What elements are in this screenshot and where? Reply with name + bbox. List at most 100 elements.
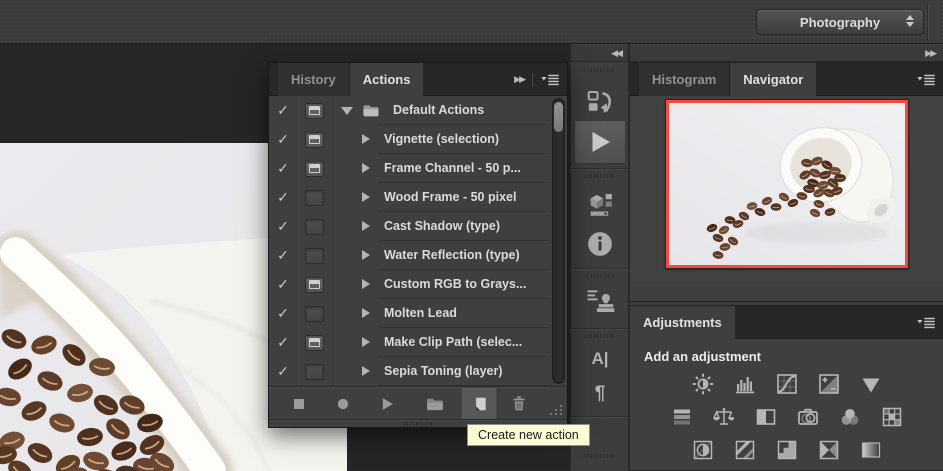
delete-button[interactable] — [505, 387, 533, 420]
panel-menu-icon[interactable] — [915, 73, 937, 87]
black-white-adjustment-icon[interactable] — [751, 404, 781, 430]
action-row[interactable]: ✓ Cast Shadow (type) — [269, 212, 567, 241]
character-panel-icon[interactable]: A| — [571, 344, 629, 374]
navigator-tab-bar: Histogram Navigator — [630, 63, 943, 96]
vibrance-adjustment-icon[interactable] — [856, 371, 886, 397]
collapse-panels-icon[interactable]: ▶▶ — [925, 48, 935, 59]
workspace-switcher-dropdown[interactable]: Photography — [756, 9, 924, 35]
expand-triangle-icon[interactable] — [362, 308, 370, 318]
scrollbar-thumb[interactable] — [554, 102, 563, 132]
clone-source-panel-icon[interactable] — [571, 282, 629, 320]
record-button[interactable] — [329, 387, 357, 420]
expand-panels-icon[interactable]: ◀◀ — [611, 48, 621, 59]
include-checkmark-toggle[interactable]: ✓ — [269, 241, 297, 270]
expand-triangle-icon[interactable] — [362, 163, 370, 173]
dialog-toggle[interactable] — [305, 306, 324, 322]
action-label: Frame Channel - 50 p... — [384, 154, 545, 183]
expand-triangle-icon[interactable] — [362, 337, 370, 347]
dialog-toggle[interactable] — [305, 335, 324, 351]
include-checkmark-toggle[interactable]: ✓ — [269, 96, 297, 125]
navigator-panel: Histogram Navigator — [630, 62, 943, 302]
dialog-toggle[interactable] — [305, 190, 324, 206]
tab-actions[interactable]: Actions — [350, 63, 424, 96]
invert-adjustment-icon[interactable] — [688, 437, 718, 463]
drag-handle[interactable] — [585, 334, 615, 338]
proxy-view-rectangle[interactable] — [666, 100, 908, 268]
dialog-toggle[interactable] — [305, 132, 324, 148]
drag-handle[interactable] — [585, 454, 615, 458]
color-lookup-adjustment-icon[interactable] — [877, 404, 907, 430]
dialog-toggle[interactable] — [305, 364, 324, 380]
hue-saturation-adjustment-icon[interactable] — [667, 404, 697, 430]
action-row[interactable]: ✓ Frame Channel - 50 p... — [269, 154, 567, 183]
tab-adjustments[interactable]: Adjustments — [630, 306, 735, 339]
play-button[interactable] — [373, 387, 401, 420]
tab-history[interactable]: History — [278, 63, 350, 96]
include-checkmark-toggle[interactable]: ✓ — [269, 183, 297, 212]
include-checkmark-toggle[interactable]: ✓ — [269, 357, 297, 386]
drag-handle[interactable] — [585, 68, 615, 72]
levels-adjustment-icon[interactable] — [730, 371, 760, 397]
actions-panel-icon[interactable] — [574, 120, 626, 164]
action-row[interactable]: ✓ Make Clip Path (selec... — [269, 328, 567, 357]
include-checkmark-toggle[interactable]: ✓ — [269, 125, 297, 154]
expand-triangle-icon[interactable] — [362, 250, 370, 260]
dialog-toggle[interactable] — [305, 103, 324, 119]
panel-menu-icon[interactable] — [915, 316, 937, 330]
action-row[interactable]: ✓ Default Actions — [269, 96, 567, 125]
tab-histogram[interactable]: Histogram — [639, 63, 730, 96]
drag-handle[interactable] — [404, 422, 432, 426]
expand-triangle-icon[interactable] — [362, 221, 370, 231]
action-label: Custom RGB to Grays... — [384, 270, 545, 299]
info-panel-icon[interactable] — [571, 226, 629, 262]
tab-navigator[interactable]: Navigator — [730, 63, 816, 96]
expand-triangle-icon[interactable] — [362, 279, 370, 289]
include-checkmark-toggle[interactable]: ✓ — [269, 212, 297, 241]
action-row[interactable]: ✓ Wood Frame - 50 pixel — [269, 183, 567, 212]
group-divider — [571, 416, 628, 417]
posterize-adjustment-icon[interactable] — [730, 437, 760, 463]
include-checkmark-toggle[interactable]: ✓ — [269, 154, 297, 183]
tool-presets-panel-icon[interactable] — [571, 184, 629, 224]
paragraph-panel-icon[interactable]: ¶ — [571, 378, 629, 410]
application-toolbar: Photography — [0, 0, 943, 44]
expand-triangle-icon[interactable] — [362, 192, 370, 202]
action-row[interactable]: ✓ Vignette (selection) — [269, 125, 567, 154]
curves-adjustment-icon[interactable] — [772, 371, 802, 397]
dialog-toggle[interactable] — [305, 248, 324, 264]
channel-mixer-adjustment-icon[interactable] — [835, 404, 865, 430]
color-balance-adjustment-icon[interactable] — [709, 404, 739, 430]
panel-resize-grip[interactable] — [548, 403, 564, 417]
create-new-action-button[interactable] — [461, 387, 497, 420]
exposure-adjustment-icon[interactable] — [814, 371, 844, 397]
photo-filter-adjustment-icon[interactable] — [793, 404, 823, 430]
navigator-thumbnail — [665, 99, 909, 269]
actions-scrollbar[interactable] — [552, 98, 565, 384]
expand-triangle-icon[interactable] — [341, 107, 353, 115]
expand-triangle-icon[interactable] — [362, 134, 370, 144]
drag-handle[interactable] — [585, 274, 615, 278]
include-checkmark-toggle[interactable]: ✓ — [269, 299, 297, 328]
threshold-adjustment-icon[interactable] — [772, 437, 802, 463]
new-set-button[interactable] — [421, 387, 449, 420]
dialog-toggle[interactable] — [305, 277, 324, 293]
include-checkmark-toggle[interactable]: ✓ — [269, 328, 297, 357]
dock-header: ▶▶ — [630, 44, 943, 62]
workspace-switcher-value: Photography — [800, 15, 880, 30]
action-row[interactable]: ✓ Custom RGB to Grays... — [269, 270, 567, 299]
panel-menu-icon[interactable] — [539, 73, 561, 87]
gradient-map-adjustment-icon[interactable] — [814, 437, 844, 463]
stop-button[interactable] — [285, 387, 313, 420]
history-panel-icon[interactable] — [571, 84, 629, 120]
expand-triangle-icon[interactable] — [362, 366, 370, 376]
dialog-toggle[interactable] — [305, 161, 324, 177]
collapse-panel-icon[interactable]: ▶▶ — [514, 74, 524, 85]
brightness-contrast-adjustment-icon[interactable] — [688, 371, 718, 397]
selective-color-adjustment-icon[interactable] — [856, 437, 886, 463]
action-row[interactable]: ✓ Sepia Toning (layer) — [269, 357, 567, 386]
action-row[interactable]: ✓ Molten Lead — [269, 299, 567, 328]
action-row[interactable]: ✓ Water Reflection (type) — [269, 241, 567, 270]
include-checkmark-toggle[interactable]: ✓ — [269, 270, 297, 299]
dialog-toggle[interactable] — [305, 219, 324, 235]
drag-handle[interactable] — [585, 174, 615, 178]
